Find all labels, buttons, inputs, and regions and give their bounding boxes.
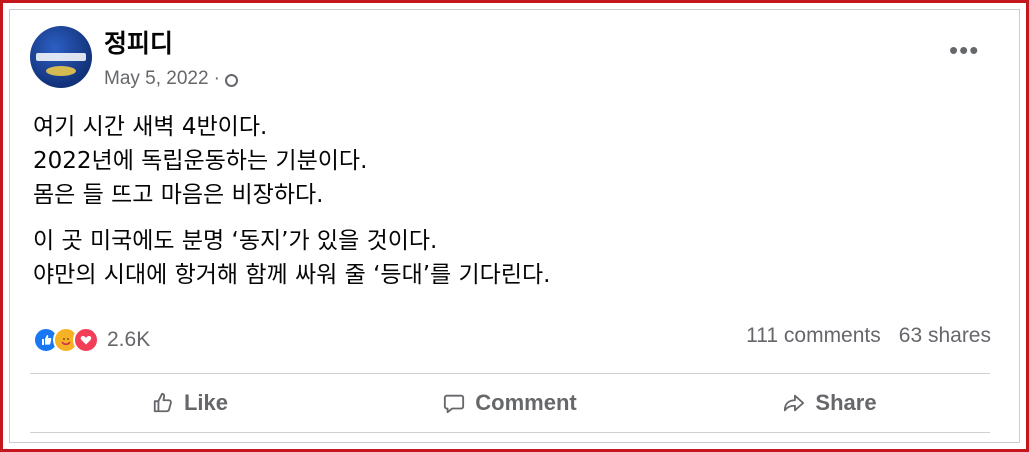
reaction-count: 2.6K bbox=[107, 328, 151, 351]
post-meta: May 5, 2022 · bbox=[104, 68, 238, 90]
divider-top bbox=[30, 373, 990, 374]
reactions-summary[interactable]: 2.6K bbox=[33, 327, 150, 353]
post-line: 몸은 들 뜨고 마음은 비장하다. bbox=[33, 182, 324, 208]
post-line: 2022년에 독립운동하는 기분이다. bbox=[33, 148, 368, 174]
comment-label: Comment bbox=[475, 390, 577, 415]
divider-bottom bbox=[30, 432, 990, 433]
meta-separator: · bbox=[213, 68, 220, 89]
action-bar: Like Comment Share bbox=[30, 378, 990, 428]
globe-icon bbox=[224, 73, 238, 87]
post-line: 이 곳 미국에도 분명 ‘동지’가 있을 것이다. bbox=[33, 228, 438, 254]
author-name[interactable]: 정피디 bbox=[104, 24, 173, 60]
share-button[interactable]: Share bbox=[670, 378, 990, 428]
share-icon bbox=[784, 394, 805, 412]
post-date[interactable]: May 5, 2022 bbox=[104, 68, 209, 90]
post-body: 여기 시간 새벽 4반이다. 2022년에 독립운동하는 기분이다. 몸은 들 … bbox=[33, 110, 550, 292]
post-line: 여기 시간 새벽 4반이다. bbox=[33, 114, 268, 140]
like-label: Like bbox=[183, 390, 229, 415]
comment-icon bbox=[444, 394, 465, 414]
avatar[interactable] bbox=[30, 26, 92, 88]
avatar-logo-mark bbox=[46, 66, 76, 76]
love-icon bbox=[73, 327, 99, 353]
comment-button[interactable]: Comment bbox=[350, 378, 670, 428]
engagement-counts: 111 comments 63 shares bbox=[746, 324, 991, 348]
thumbs-up-icon bbox=[153, 392, 172, 413]
share-label: Share bbox=[815, 390, 877, 415]
like-button[interactable]: Like bbox=[30, 378, 350, 428]
shares-count[interactable]: 63 shares bbox=[899, 324, 991, 348]
post-line: 야만의 시대에 항거해 함께 싸워 줄 ‘등대’를 기다린다. bbox=[33, 262, 551, 288]
comments-count[interactable]: 111 comments bbox=[746, 324, 881, 348]
more-options-icon[interactable]: ••• bbox=[949, 37, 979, 63]
avatar-logo-band bbox=[36, 53, 86, 61]
